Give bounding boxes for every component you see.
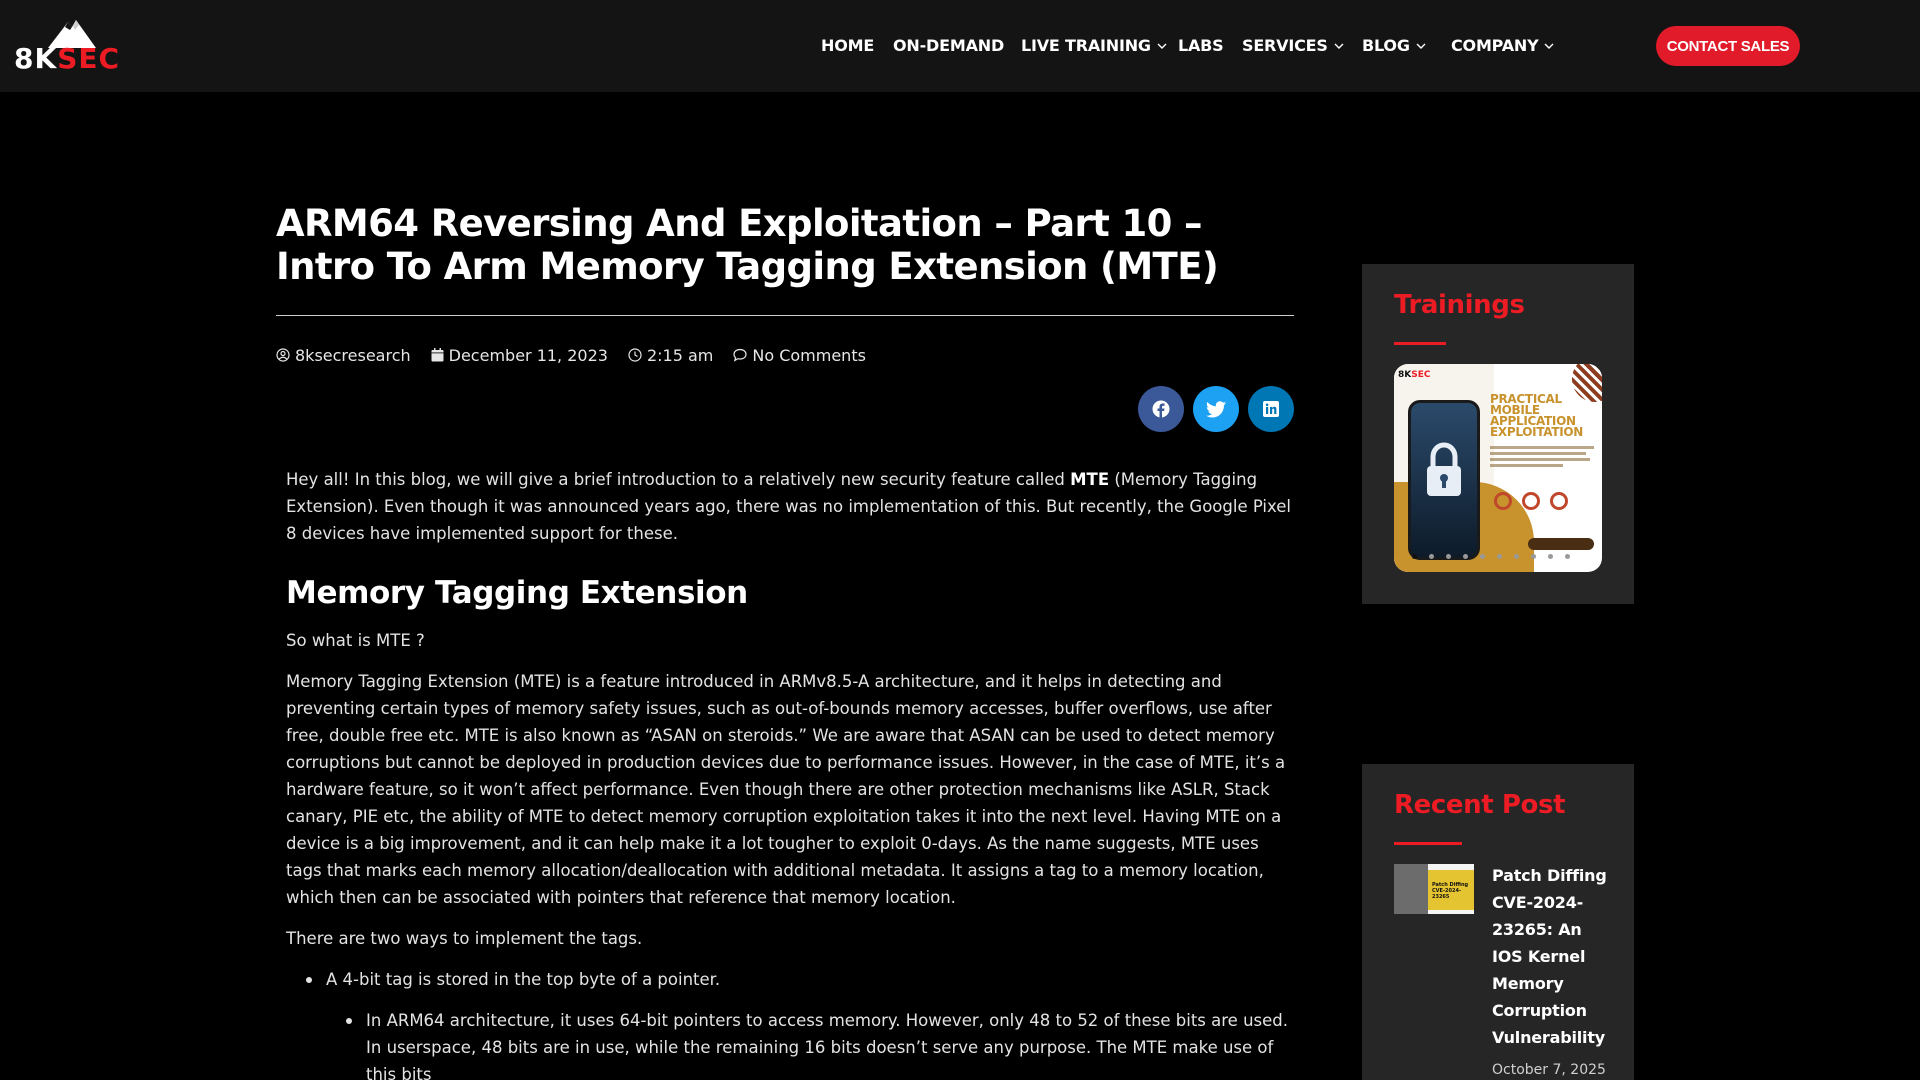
training-slide[interactable]: 8KSEC PRACTICAL MOBILE APPLICATION EXPLO… bbox=[1394, 364, 1602, 572]
nav-services[interactable]: SERVICES bbox=[1242, 36, 1344, 56]
recent-post-underline bbox=[1394, 842, 1462, 845]
recent-post-title: Recent Post bbox=[1394, 790, 1566, 820]
mte-description-paragraph: Memory Tagging Extension (MTE) is a feat… bbox=[286, 672, 1286, 907]
contact-sales-button[interactable]: CONTACT SALES bbox=[1656, 26, 1800, 66]
calendar-icon bbox=[431, 348, 444, 362]
site-header: 8KSEC HOME ON-DEMAND LIVE TRAINING LABS … bbox=[0, 0, 1920, 92]
comment-icon bbox=[733, 348, 747, 362]
share-twitter-button[interactable] bbox=[1193, 386, 1239, 432]
nav-company[interactable]: COMPANY bbox=[1451, 36, 1554, 56]
share-facebook-button[interactable] bbox=[1138, 386, 1184, 432]
implementation-list: A 4-bit tag is stored in the top byte of… bbox=[306, 966, 1296, 1080]
phone-graphic bbox=[1408, 400, 1480, 560]
nav-blog[interactable]: BLOG bbox=[1362, 36, 1426, 56]
nav-on-demand[interactable]: ON-DEMAND bbox=[893, 36, 1004, 56]
nav-home[interactable]: HOME bbox=[821, 36, 874, 56]
article-body: Hey all! In this blog, we will give a br… bbox=[286, 466, 1296, 1080]
linkedin-icon bbox=[1263, 401, 1279, 417]
sub-list: In ARM64 architecture, it uses 64-bit po… bbox=[346, 1007, 1296, 1080]
trainings-underline bbox=[1394, 342, 1446, 345]
meta-comments[interactable]: No Comments bbox=[733, 346, 866, 365]
question-paragraph: So what is MTE ? bbox=[286, 631, 425, 650]
recent-post-date: October 7, 2025 bbox=[1492, 1062, 1606, 1078]
recent-post-widget: Recent Post Patch Diffing CVE-2024-23265… bbox=[1362, 764, 1634, 1080]
recent-post-link[interactable]: Patch Diffing CVE-2024-23265: An IOS Ker… bbox=[1492, 862, 1612, 1051]
logo-wordmark: 8KSEC bbox=[14, 42, 121, 75]
post-meta: 8ksecresearch December 11, 2023 2:15 am … bbox=[276, 344, 886, 366]
twitter-icon bbox=[1206, 400, 1226, 417]
list-item: A 4-bit tag is stored in the top byte of… bbox=[306, 966, 1296, 1080]
title-divider bbox=[276, 315, 1294, 316]
user-icon bbox=[276, 348, 290, 362]
training-card-title: PRACTICAL MOBILE APPLICATION EXPLOITATIO… bbox=[1490, 392, 1584, 439]
intro-paragraph: Hey all! In this blog, we will give a br… bbox=[286, 470, 1292, 543]
meta-date[interactable]: December 11, 2023 bbox=[431, 346, 608, 365]
training-logo: 8KSEC bbox=[1398, 370, 1431, 380]
trainings-title: Trainings bbox=[1394, 290, 1525, 320]
article-title: ARM64 Reversing And Exploitation – Part … bbox=[276, 202, 1219, 288]
facebook-icon bbox=[1152, 400, 1170, 418]
section-heading: Memory Tagging Extension bbox=[286, 575, 748, 611]
nav-labs[interactable]: LABS bbox=[1178, 36, 1224, 56]
lock-icon bbox=[1427, 442, 1461, 496]
nav-live-training[interactable]: LIVE TRAINING bbox=[1021, 36, 1167, 56]
meta-author[interactable]: 8ksecresearch bbox=[276, 346, 411, 365]
share-linkedin-button[interactable] bbox=[1248, 386, 1294, 432]
clock-icon bbox=[628, 348, 642, 362]
chevron-down-icon bbox=[1544, 43, 1554, 49]
ways-intro-paragraph: There are two ways to implement the tags… bbox=[286, 929, 643, 948]
recent-post-thumbnail[interactable]: Patch Diffing CVE-2024-23265 bbox=[1394, 864, 1474, 914]
list-item: In ARM64 architecture, it uses 64-bit po… bbox=[346, 1007, 1296, 1080]
trainings-widget: Trainings 8KSEC PRACTICAL MOBILE APPLICA… bbox=[1362, 264, 1634, 604]
site-logo[interactable]: 8KSEC bbox=[14, 18, 128, 74]
meta-time: 2:15 am bbox=[628, 346, 713, 365]
slider-dots[interactable] bbox=[1412, 554, 1570, 559]
chevron-down-icon bbox=[1334, 43, 1344, 49]
chevron-down-icon bbox=[1416, 43, 1426, 49]
chevron-down-icon bbox=[1157, 43, 1167, 49]
